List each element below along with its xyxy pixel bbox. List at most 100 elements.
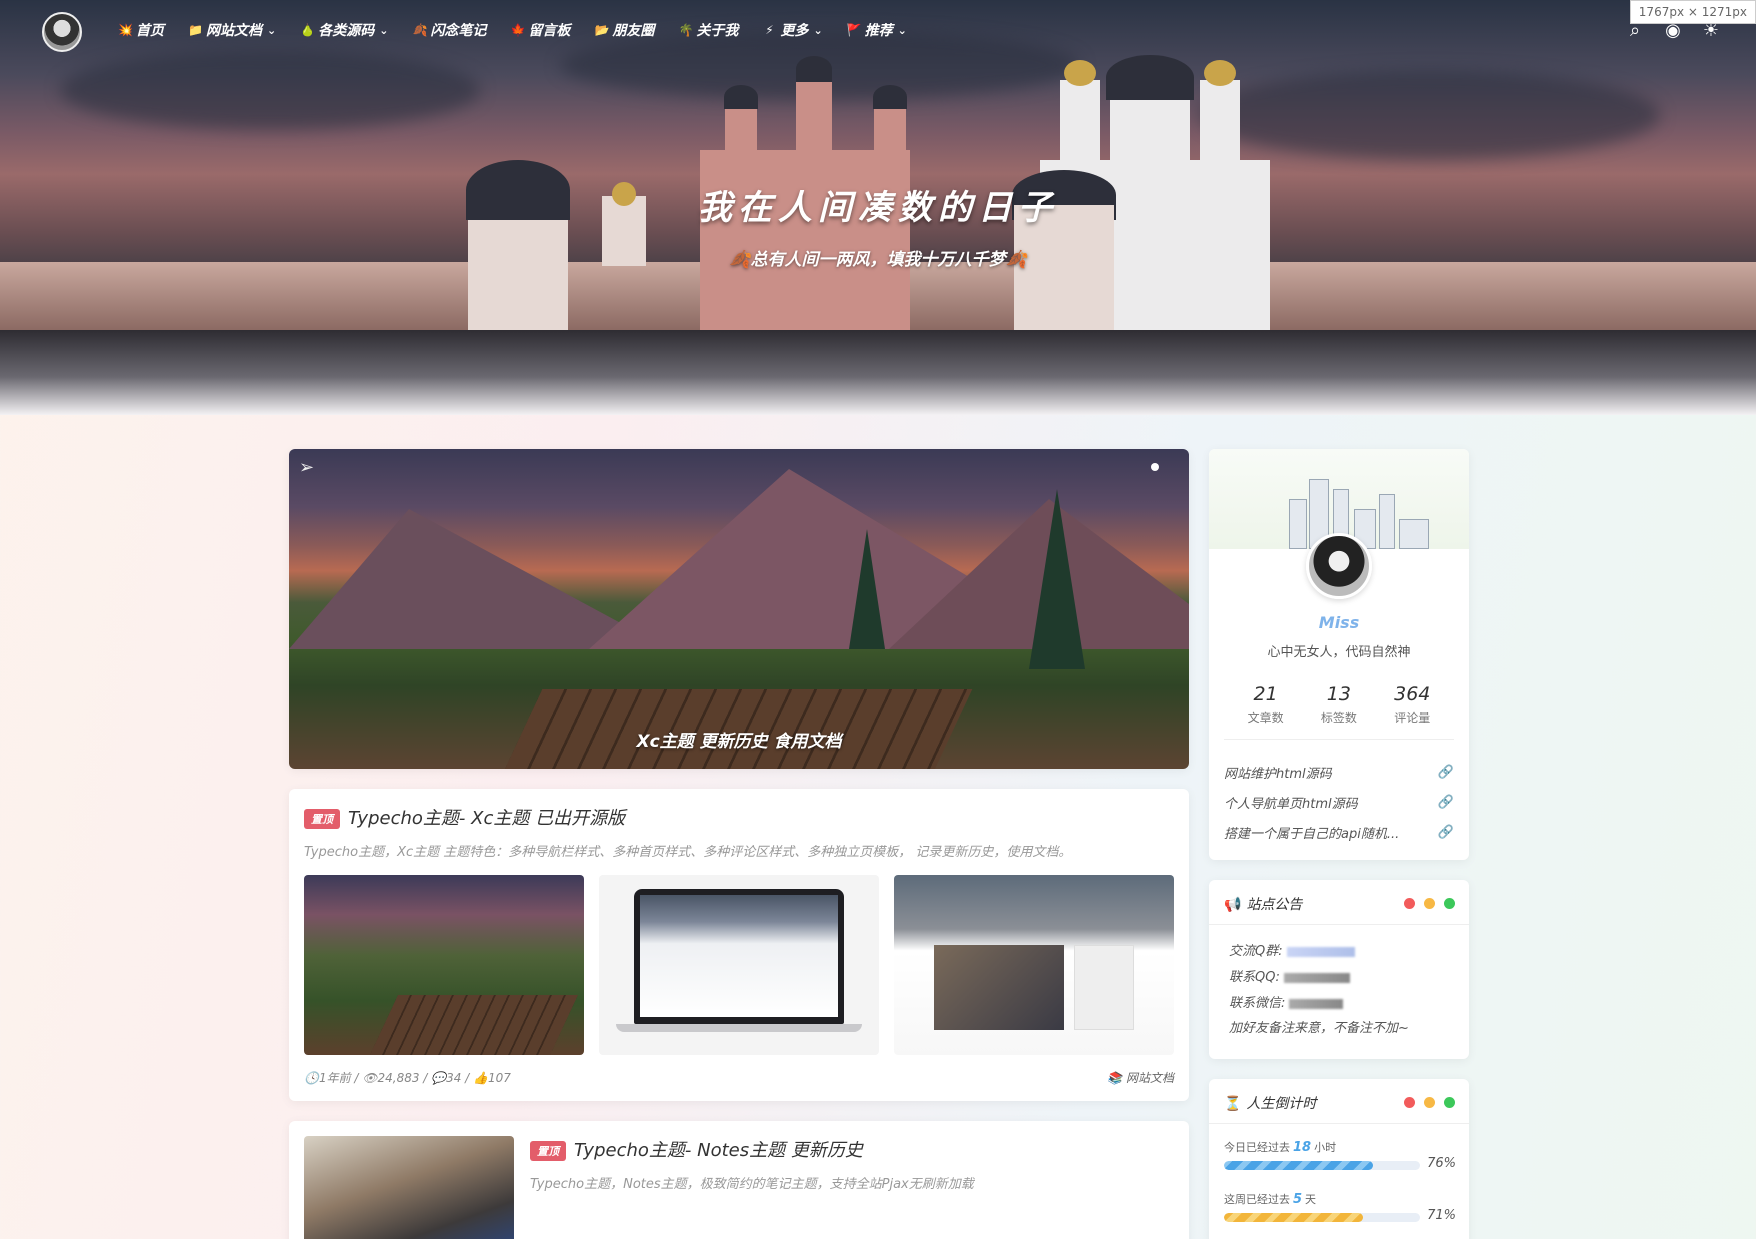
nav-item-label[interactable]: 网站文档: [206, 20, 262, 40]
post-category[interactable]: 📚 网站文档: [1107, 1069, 1174, 1086]
chevron-down-icon[interactable]: ⌄: [267, 24, 276, 37]
send-icon[interactable]: ➢: [299, 457, 314, 478]
nav-item[interactable]: ⚡ 更多 ⌄: [762, 20, 822, 40]
nav-item[interactable]: 🚩 推荐 ⌄: [847, 20, 907, 40]
stat-comments: 364 评论量: [1394, 683, 1430, 726]
author-motto: 心中无女人，代码自然神: [1267, 645, 1411, 660]
life-countdown-widget: ⏳ 人生倒计时 今日已经过去 18 小时 76% 这周已经过去 5 天 71%: [1209, 1079, 1469, 1239]
tower: [1060, 80, 1100, 170]
divider: [1209, 924, 1469, 925]
church: [700, 150, 910, 330]
widget-title-text: 站点公告: [1246, 897, 1303, 913]
redacted-value: [1286, 946, 1355, 957]
post-card[interactable]: 置顶 Typecho主题- Xc主题 已出开源版 Typecho主题，Xc主题 主…: [289, 789, 1189, 1101]
author-stats: 21 文章数 13 标签数 364 评论量: [1209, 683, 1469, 726]
post-title-text[interactable]: Typecho主题- Xc主题 已出开源版: [348, 808, 625, 829]
post-title-text[interactable]: Typecho主题- Notes主题 更新历史: [574, 1140, 863, 1161]
divider: [1209, 1123, 1469, 1124]
countdown-today: 今日已经过去 18 小时 76%: [1224, 1139, 1456, 1171]
author-name[interactable]: Miss: [1209, 613, 1469, 632]
nav-item-icon: 🍂: [412, 23, 428, 37]
post-thumbnail[interactable]: [894, 875, 1174, 1055]
dot-green: [1444, 898, 1455, 909]
dome: [873, 85, 907, 109]
cloud: [60, 50, 480, 130]
nav-item-icon: 🚩: [846, 23, 862, 37]
author-links: 网站维护html源码 🔗 个人导航单页html源码 🔗 搭建一个属于自己的api随机…: [1224, 757, 1454, 847]
countdown-unit: 天: [1305, 1193, 1317, 1206]
link-label[interactable]: 个人导航单页html源码: [1224, 793, 1358, 812]
chevron-down-icon[interactable]: ⌄: [379, 24, 388, 37]
carousel-caption[interactable]: Xc主题 更新历史 食用文档: [289, 727, 1189, 752]
progress-fill: [1224, 1161, 1373, 1170]
dot-green: [1444, 1097, 1455, 1108]
nav-item[interactable]: 📁 网站文档 ⌄: [188, 20, 276, 40]
spire: [874, 100, 906, 160]
progress-fill: [1224, 1213, 1364, 1222]
post-title[interactable]: 置顶 Typecho主题- Notes主题 更新历史: [530, 1136, 863, 1162]
site-notice-widget: 📢 站点公告 交流Q群: 联系QQ: 联系微信: 加好友备注来意，不备注不加~: [1209, 880, 1469, 1059]
author-link[interactable]: 网站维护html源码 🔗: [1224, 757, 1454, 787]
post-thumbnail[interactable]: [304, 875, 584, 1055]
site-logo[interactable]: [42, 12, 82, 52]
nav-item-label[interactable]: 闪念笔记: [430, 20, 486, 40]
nav-item-label[interactable]: 推荐: [865, 20, 893, 40]
post-card[interactable]: 置顶 Typecho主题- Notes主题 更新历史 Typecho主题，Note…: [289, 1121, 1189, 1239]
window-dots: [1404, 1097, 1455, 1108]
laptop-screen: [640, 895, 838, 1017]
carousel-dot[interactable]: [1151, 463, 1159, 471]
avatar[interactable]: [1306, 533, 1372, 599]
post-thumbnail[interactable]: [304, 1136, 514, 1239]
nav-item-label[interactable]: 朋友圈: [612, 20, 654, 40]
cloud: [1200, 70, 1660, 160]
nav-item-label[interactable]: 各类源码: [318, 20, 374, 40]
dot-yellow: [1424, 1097, 1435, 1108]
pine-tree: [849, 529, 885, 649]
widget-title-text: 人生倒计时: [1246, 1096, 1317, 1112]
redacted-value: [1283, 972, 1350, 983]
stat-value: 364: [1394, 683, 1431, 705]
progress-percent: 76%: [1427, 1156, 1456, 1171]
nav-item[interactable]: 💥 首页: [118, 20, 164, 40]
post-title[interactable]: 置顶 Typecho主题- Xc主题 已出开源版: [304, 804, 625, 830]
post-thumbnail[interactable]: [599, 875, 879, 1055]
author-link[interactable]: 个人导航单页html源码 🔗: [1224, 787, 1454, 817]
dot-yellow: [1424, 898, 1435, 909]
progress-percent: 71%: [1427, 1208, 1456, 1223]
nav-item-label[interactable]: 更多: [780, 20, 808, 40]
divider: [1224, 739, 1454, 740]
chevron-down-icon[interactable]: ⌄: [813, 24, 822, 37]
nav-item[interactable]: 🍁 留言板: [510, 20, 570, 40]
screenshot-art: [934, 945, 1064, 1030]
nav-item[interactable]: 🍂 闪念笔记: [412, 20, 486, 40]
widget-title: 📢 站点公告: [1224, 894, 1302, 914]
countdown-number: 5: [1293, 1192, 1303, 1207]
nav-item[interactable]: 📂 朋友圈: [594, 20, 654, 40]
window-dots: [1404, 898, 1455, 909]
bridge-art: [370, 995, 578, 1055]
gold-dome: [1204, 60, 1236, 86]
hourglass-icon: ⏳: [1224, 1096, 1242, 1112]
nav-item-label[interactable]: 关于我: [696, 20, 738, 40]
pinned-badge: 置顶: [530, 1141, 566, 1161]
redacted-value: [1289, 998, 1344, 1009]
progress-bar: [1224, 1161, 1420, 1170]
notice-label: 联系微信:: [1229, 996, 1286, 1011]
countdown-prefix: 今日已经过去: [1224, 1141, 1290, 1154]
spire: [796, 70, 832, 160]
nav-item[interactable]: 🌴 关于我: [678, 20, 738, 40]
link-label[interactable]: 网站维护html源码: [1224, 763, 1332, 782]
nav-item-label[interactable]: 首页: [136, 20, 164, 40]
author-link[interactable]: 搭建一个属于自己的api随机... 🔗: [1224, 817, 1454, 847]
featured-carousel[interactable]: ➢ Xc主题 更新历史 食用文档: [289, 449, 1189, 769]
link-label[interactable]: 搭建一个属于自己的api随机...: [1224, 823, 1399, 842]
chevron-down-icon[interactable]: ⌄: [898, 24, 907, 37]
screenshot-sidebar: [1074, 945, 1134, 1030]
nav-item-label[interactable]: 留言板: [528, 20, 570, 40]
nav-item[interactable]: 🍐 各类源码 ⌄: [300, 20, 388, 40]
laptop-base: [616, 1024, 862, 1032]
nav-item-icon: 🍁: [510, 23, 526, 37]
countdown-week: 这周已经过去 5 天 71%: [1224, 1191, 1456, 1223]
pine-tree: [1029, 489, 1085, 669]
category-label[interactable]: 网站文档: [1126, 1071, 1174, 1085]
